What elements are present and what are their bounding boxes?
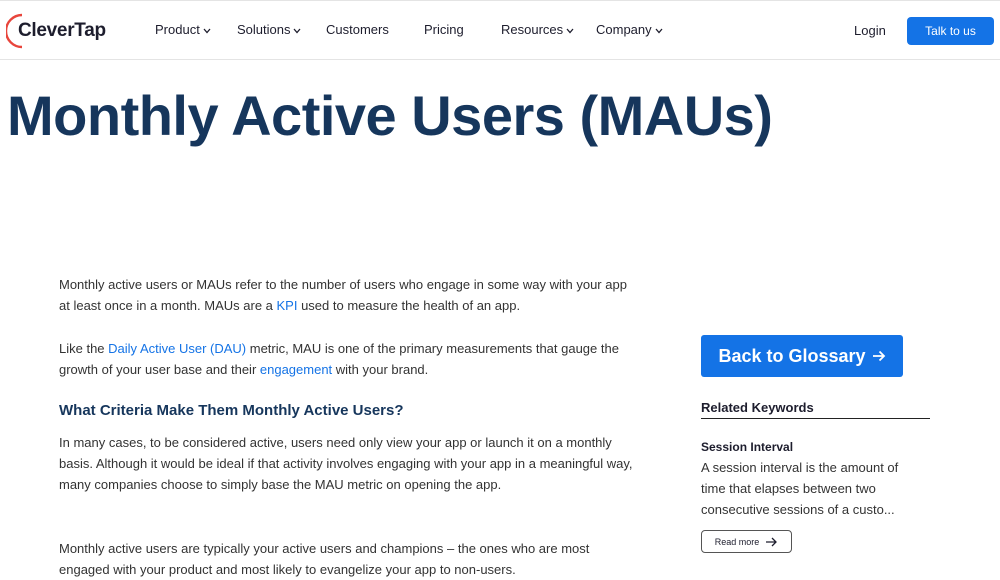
paragraph-dau-text-3: with your brand.	[332, 362, 429, 377]
page-title: Monthly Active Users (MAUs)	[7, 84, 773, 147]
arrow-right-icon	[766, 537, 778, 546]
nav-customers[interactable]: Customers	[326, 22, 389, 37]
back-to-glossary-label: Back to Glossary	[718, 345, 866, 366]
back-to-glossary-button[interactable]: Back to Glossary	[701, 335, 903, 377]
paragraph-dau: Like the Daily Active User (DAU) metric,…	[59, 338, 629, 380]
nav-product-label: Product	[155, 22, 200, 37]
login-link[interactable]: Login	[854, 23, 886, 38]
related-keywords-heading: Related Keywords	[701, 400, 930, 419]
read-more-label: Read more	[714, 536, 760, 547]
engagement-link[interactable]: engagement	[260, 362, 332, 377]
keyword-description: A session interval is the amount of time…	[701, 460, 899, 517]
chevron-down-icon	[203, 28, 211, 33]
logo-text: CleverTap	[18, 20, 106, 41]
nav-customers-label: Customers	[326, 22, 389, 37]
kpi-link[interactable]: KPI	[277, 298, 298, 313]
chevron-down-icon	[566, 28, 574, 33]
chevron-down-icon	[655, 28, 663, 33]
nav-product[interactable]: Product	[155, 22, 211, 37]
keyword-title[interactable]: Session Interval	[701, 440, 793, 454]
nav-pricing[interactable]: Pricing	[424, 22, 464, 37]
arrow-right-icon	[872, 350, 885, 362]
read-more-button[interactable]: Read more	[701, 530, 792, 553]
paragraph-dau-text-1: Like the	[59, 341, 109, 356]
talk-to-us-button[interactable]: Talk to us	[907, 17, 994, 45]
section-heading: What Criteria Make Them Monthly Active U…	[59, 402, 404, 419]
nav-resources-label: Resources	[501, 22, 564, 37]
nav-company-label: Company	[596, 22, 652, 37]
chevron-down-icon	[293, 28, 301, 33]
site-header: CleverTap Product Solutions Customers Pr…	[0, 0, 1000, 60]
nav-company[interactable]: Company	[596, 22, 663, 37]
nav-solutions-label: Solutions	[237, 22, 291, 37]
paragraph-criteria: In many cases, to be considered active, …	[59, 435, 633, 492]
paragraph-intro-text-2: used to measure the health of an app.	[297, 298, 521, 313]
nav-solutions[interactable]: Solutions	[237, 22, 301, 37]
paragraph-champions: Monthly active users are typically your …	[59, 541, 590, 577]
nav-resources[interactable]: Resources	[501, 22, 574, 37]
paragraph-intro: Monthly active users or MAUs refer to th…	[59, 274, 629, 316]
dau-link[interactable]: Daily Active User (DAU)	[108, 341, 246, 356]
nav-pricing-label: Pricing	[424, 22, 464, 37]
